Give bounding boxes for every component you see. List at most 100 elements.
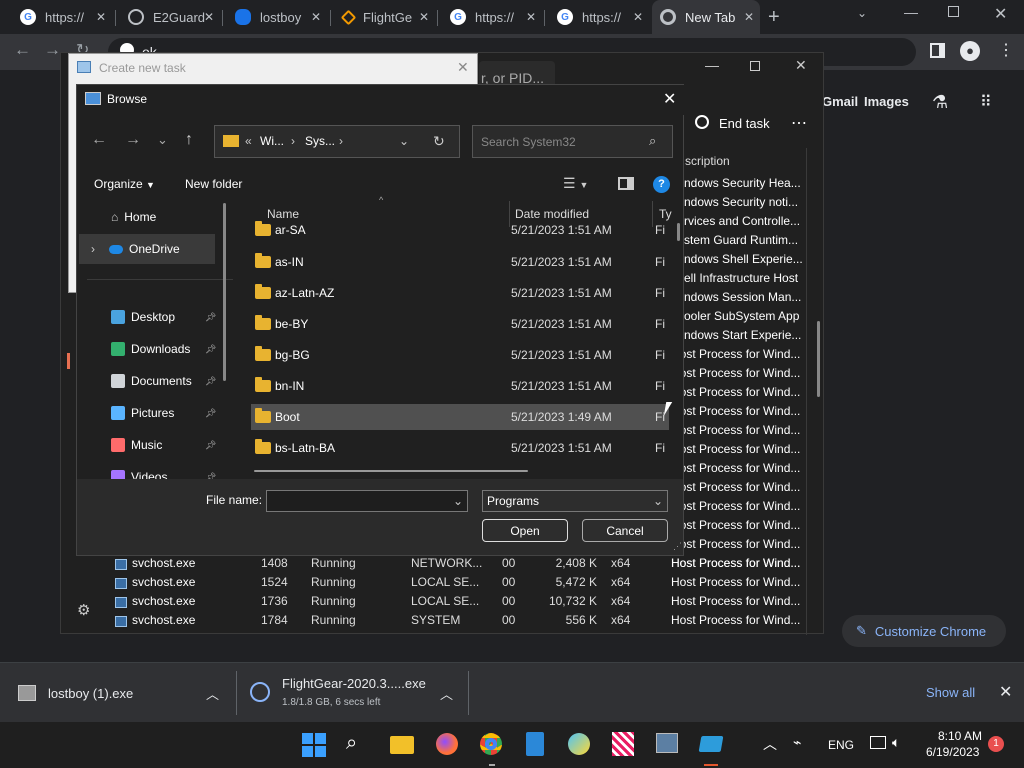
- breadcrumb-windows[interactable]: Wi...: [260, 134, 284, 148]
- back-icon[interactable]: ←: [91, 131, 107, 149]
- pin-icon[interactable]: 📌︎: [205, 440, 216, 451]
- new-folder-button[interactable]: New folder: [185, 177, 242, 191]
- nav-home[interactable]: ⌂ Home: [111, 202, 156, 232]
- file-row[interactable]: be-BY 5/21/2023 1:51 AM Fi: [251, 311, 669, 337]
- process-name[interactable]: svchost.exe: [132, 575, 195, 589]
- clock-date[interactable]: 6/19/2023: [926, 745, 979, 759]
- process-description[interactable]: Host Process for Wind...: [671, 347, 800, 361]
- nav-scrollbar[interactable]: [223, 203, 226, 381]
- photos-icon[interactable]: [656, 733, 678, 753]
- file-list-scrollbar[interactable]: [677, 223, 680, 241]
- process-status[interactable]: Running: [311, 575, 356, 589]
- app-icon[interactable]: [612, 732, 634, 756]
- process-memory[interactable]: 5,472 K: [556, 575, 597, 589]
- cancel-button[interactable]: Cancel: [582, 519, 668, 542]
- horizontal-scrollbar[interactable]: [254, 470, 528, 472]
- process-user[interactable]: LOCAL SE...: [411, 594, 479, 608]
- close-icon[interactable]: ✕: [457, 59, 469, 76]
- process-cpu[interactable]: 00: [502, 575, 515, 589]
- process-description[interactable]: Host Process for Wind...: [671, 366, 800, 380]
- process-arch[interactable]: x64: [611, 613, 630, 627]
- nav-music[interactable]: Music 📌︎: [111, 430, 216, 460]
- nav-downloads[interactable]: Downloads 📌︎: [111, 334, 216, 364]
- file-type-select[interactable]: Programs ⌄: [482, 490, 668, 512]
- back-icon[interactable]: ←: [14, 40, 31, 60]
- close-window-icon[interactable]: ✕: [994, 4, 1007, 24]
- nav-documents[interactable]: Documents 📌︎: [111, 366, 216, 396]
- process-description[interactable]: stem Guard Runtim...: [684, 233, 798, 247]
- search-input[interactable]: Search System32 ⌕: [472, 125, 673, 158]
- chevron-right-icon[interactable]: ›: [291, 134, 295, 148]
- firefox-icon[interactable]: [436, 733, 458, 755]
- tab-3[interactable]: lostboy ✕: [227, 0, 327, 34]
- process-description[interactable]: Host Process for Wind...: [671, 480, 800, 494]
- refresh-icon[interactable]: ↻: [433, 133, 445, 150]
- file-row[interactable]: ar-SA 5/21/2023 1:51 AM Fi: [251, 218, 669, 242]
- process-description[interactable]: Host Process for Wind...: [671, 575, 800, 589]
- tab-4[interactable]: FlightGe ✕: [335, 0, 435, 34]
- pin-icon[interactable]: 📌︎: [205, 408, 216, 419]
- process-description[interactable]: ell Infrastructure Host: [684, 271, 798, 285]
- minimize-icon[interactable]: —: [705, 57, 719, 73]
- up-icon[interactable]: ↑: [185, 131, 193, 149]
- search-icon[interactable]: ⌕: [346, 732, 357, 755]
- process-user[interactable]: SYSTEM: [411, 613, 460, 627]
- nav-desktop[interactable]: Desktop 📌︎: [111, 302, 216, 332]
- process-name[interactable]: svchost.exe: [132, 556, 195, 570]
- process-description[interactable]: rvices and Controlle...: [684, 214, 800, 228]
- file-row[interactable]: as-IN 5/21/2023 1:51 AM Fi: [251, 249, 669, 275]
- process-description[interactable]: ndows Start Experie...: [684, 328, 801, 342]
- chrome-icon[interactable]: [480, 733, 502, 755]
- process-description[interactable]: Host Process for Wind...: [671, 461, 800, 475]
- clock-time[interactable]: 8:10 AM: [938, 729, 982, 743]
- process-description[interactable]: ndows Session Man...: [684, 290, 801, 304]
- start-icon[interactable]: [302, 733, 326, 757]
- language-indicator[interactable]: ENG: [828, 738, 854, 752]
- process-cpu[interactable]: 00: [502, 594, 515, 608]
- process-pid[interactable]: 1784: [261, 613, 288, 627]
- process-cpu[interactable]: 00: [502, 556, 515, 570]
- process-memory[interactable]: 10,732 K: [549, 594, 597, 608]
- recent-locations-icon[interactable]: ⌄: [157, 132, 168, 148]
- images-link[interactable]: Images: [864, 94, 909, 109]
- help-icon[interactable]: ?: [653, 176, 670, 193]
- process-pid[interactable]: 1736: [261, 594, 288, 608]
- chevron-up-icon[interactable]: ︿: [206, 684, 219, 703]
- download-name[interactable]: lostboy (1).exe: [48, 686, 133, 701]
- new-tab-icon[interactable]: +: [768, 6, 780, 29]
- file-row[interactable]: bg-BG 5/21/2023 1:51 AM Fi: [251, 342, 669, 368]
- volume-icon[interactable]: 🔈︎: [892, 734, 900, 751]
- process-description[interactable]: ndows Security Hea...: [684, 176, 801, 190]
- forward-icon[interactable]: →: [44, 40, 61, 60]
- process-description[interactable]: Host Process for Wind...: [671, 499, 800, 513]
- process-memory[interactable]: 2,408 K: [556, 556, 597, 570]
- process-description[interactable]: Host Process for Wind...: [671, 537, 800, 551]
- organize-button[interactable]: Organize ▼: [94, 177, 155, 191]
- process-pid[interactable]: 1408: [261, 556, 288, 570]
- process-name[interactable]: svchost.exe: [132, 613, 195, 627]
- resize-grip-icon[interactable]: ⋰: [673, 541, 682, 552]
- process-description[interactable]: Host Process for Wind...: [671, 385, 800, 399]
- process-status[interactable]: Running: [311, 594, 356, 608]
- chevron-up-icon[interactable]: ︿: [763, 734, 777, 754]
- minimize-icon[interactable]: —: [904, 4, 918, 20]
- nav-pictures[interactable]: Pictures 📌︎: [111, 398, 216, 428]
- process-arch[interactable]: x64: [611, 556, 630, 570]
- tab-5[interactable]: G https:// ✕: [442, 0, 542, 34]
- process-memory[interactable]: 556 K: [566, 613, 597, 627]
- tab-7[interactable]: New Tab ✕: [652, 0, 760, 34]
- process-description[interactable]: ndows Shell Experie...: [684, 252, 803, 266]
- task-manager-icon[interactable]: [698, 736, 724, 752]
- open-button[interactable]: Open: [482, 519, 568, 542]
- end-task-button[interactable]: End task: [719, 116, 770, 131]
- breadcrumb-overflow[interactable]: «: [245, 134, 252, 148]
- tab-6[interactable]: G https:// ✕: [549, 0, 649, 34]
- process-arch[interactable]: x64: [611, 594, 630, 608]
- close-icon[interactable]: ✕: [744, 10, 754, 24]
- process-description[interactable]: Host Process for Wind...: [671, 423, 800, 437]
- profile-icon[interactable]: ●: [960, 41, 980, 61]
- tab-1[interactable]: G https:// ✕: [12, 0, 112, 34]
- globe-icon[interactable]: [568, 733, 590, 755]
- file-explorer-icon[interactable]: [390, 736, 414, 754]
- close-icon[interactable]: ✕: [795, 57, 807, 74]
